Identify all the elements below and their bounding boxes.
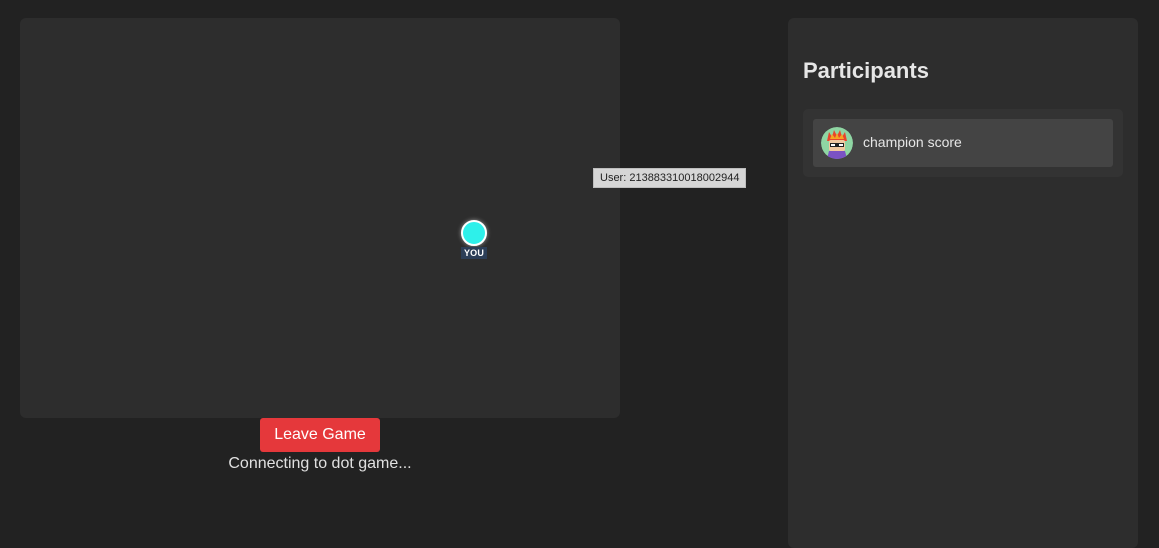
- player-label: YOU: [461, 247, 487, 259]
- participants-title: Participants: [803, 58, 929, 83]
- participants-panel: Participants champion score: [788, 18, 1138, 548]
- game-canvas[interactable]: YOU: [20, 18, 620, 418]
- leave-game-button[interactable]: Leave Game: [260, 418, 380, 452]
- user-tooltip: User: 213883310018002944: [593, 168, 747, 188]
- avatar-icon: [821, 127, 853, 159]
- participant-name: champion score: [863, 134, 962, 150]
- connection-status: Connecting to dot game...: [228, 455, 412, 472]
- participant-item[interactable]: champion score: [813, 119, 1113, 167]
- player-dot: [461, 220, 487, 246]
- participants-list: champion score: [803, 109, 1123, 177]
